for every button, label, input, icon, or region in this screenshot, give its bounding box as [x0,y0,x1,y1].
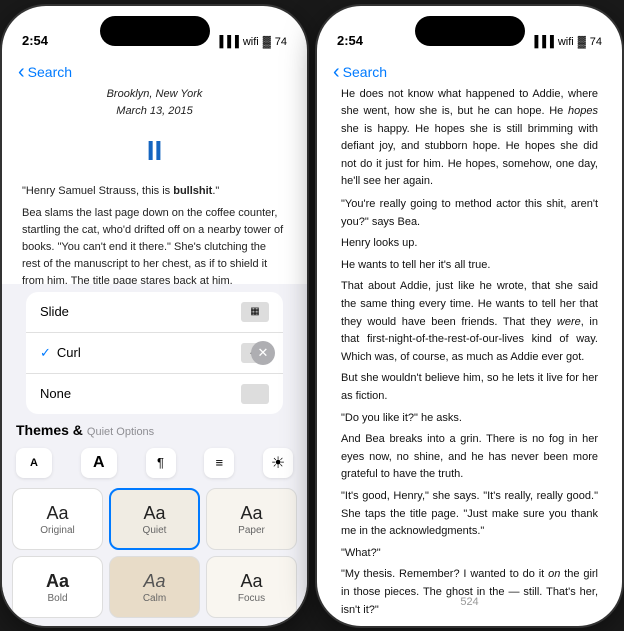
theme-paper[interactable]: Aa Paper [206,488,297,550]
signal-icon: ▐▐▐ [215,36,238,48]
transition-none[interactable]: None [26,374,283,414]
wifi-icon-right: wifi [558,36,574,48]
none-label: None [40,386,71,401]
battery-icon-right: ▓ [578,36,586,48]
font-list-button[interactable]: ≡ [204,448,234,478]
book-header: Brooklyn, New York March 13, 2015 [22,86,287,121]
quiet-options-label: Quiet Options [87,426,154,438]
left-phone: 2:54 ▐▐▐ wifi ▓ 74 Search Brooklyn, New … [2,6,307,626]
back-chevron-right [333,62,340,82]
curl-label: Curl [57,345,81,360]
status-icons-left: ▐▐▐ wifi ▓ 74 [215,36,287,48]
theme-focus[interactable]: Aa Focus [206,556,297,618]
theme-original-label: Original [40,525,74,536]
transition-curl[interactable]: ✓ Curl ↩ [26,333,283,374]
font-style-button[interactable]: ¶ [146,448,176,478]
theme-bold[interactable]: Aa Bold [12,556,103,618]
bottom-panel: Slide ▦ ✓ Curl ↩ [2,284,307,626]
theme-calm[interactable]: Aa Calm [109,556,200,618]
back-label-right: Search [343,64,387,80]
theme-paper-label: Paper [238,525,265,536]
slide-icon: ▦ [241,302,269,322]
battery-level-right: 74 [590,36,602,48]
transition-menu: Slide ▦ ✓ Curl ↩ [26,292,283,414]
dynamic-island-right [415,16,525,46]
status-icons-right: ▐▐▐ wifi ▓ 74 [530,36,602,48]
page-number-right: 524 [460,596,478,608]
brightness-icon: ☀ [271,453,285,473]
time-right: 2:54 [337,33,363,48]
transition-slide[interactable]: Slide ▦ [26,292,283,333]
time-left: 2:54 [22,33,48,48]
themes-label: Themes & [16,422,83,438]
font-increase-button[interactable]: A [81,448,117,478]
battery-icon: ▓ [263,36,271,48]
theme-grid: Aa Original Aa Quiet Aa Paper Aa Bold [2,484,307,626]
dynamic-island [100,16,210,46]
chapter-number: II [22,129,287,174]
brightness-button[interactable]: ☀ [263,448,293,478]
curl-check: ✓ [40,345,51,361]
close-button[interactable]: ✕ [251,341,275,365]
back-button-right[interactable]: Search [333,62,387,82]
signal-icon-right: ▐▐▐ [530,36,553,48]
battery-level: 74 [275,36,287,48]
slide-label: Slide [40,304,69,319]
theme-quiet-label: Quiet [143,525,167,536]
back-chevron-left [18,62,25,82]
theme-focus-label: Focus [238,593,265,604]
theme-bold-label: Bold [47,593,67,604]
theme-original[interactable]: Aa Original [12,488,103,550]
font-row: A A ¶ ≡ ☀ [2,444,307,484]
themes-section: Themes & Quiet Options [2,414,307,444]
none-icon [241,384,269,404]
wifi-icon: wifi [243,36,259,48]
back-label-left: Search [28,64,72,80]
right-phone: 2:54 ▐▐▐ wifi ▓ 74 Search He does not kn… [317,6,622,626]
theme-calm-label: Calm [143,593,166,604]
font-decrease-button[interactable]: A [16,448,52,478]
book-content-right: He does not know what happened to Addie,… [317,6,622,626]
back-button-left[interactable]: Search [18,62,72,82]
app-container: 2:54 ▐▐▐ wifi ▓ 74 Search Brooklyn, New … [2,6,622,626]
theme-quiet[interactable]: Aa Quiet [109,488,200,550]
